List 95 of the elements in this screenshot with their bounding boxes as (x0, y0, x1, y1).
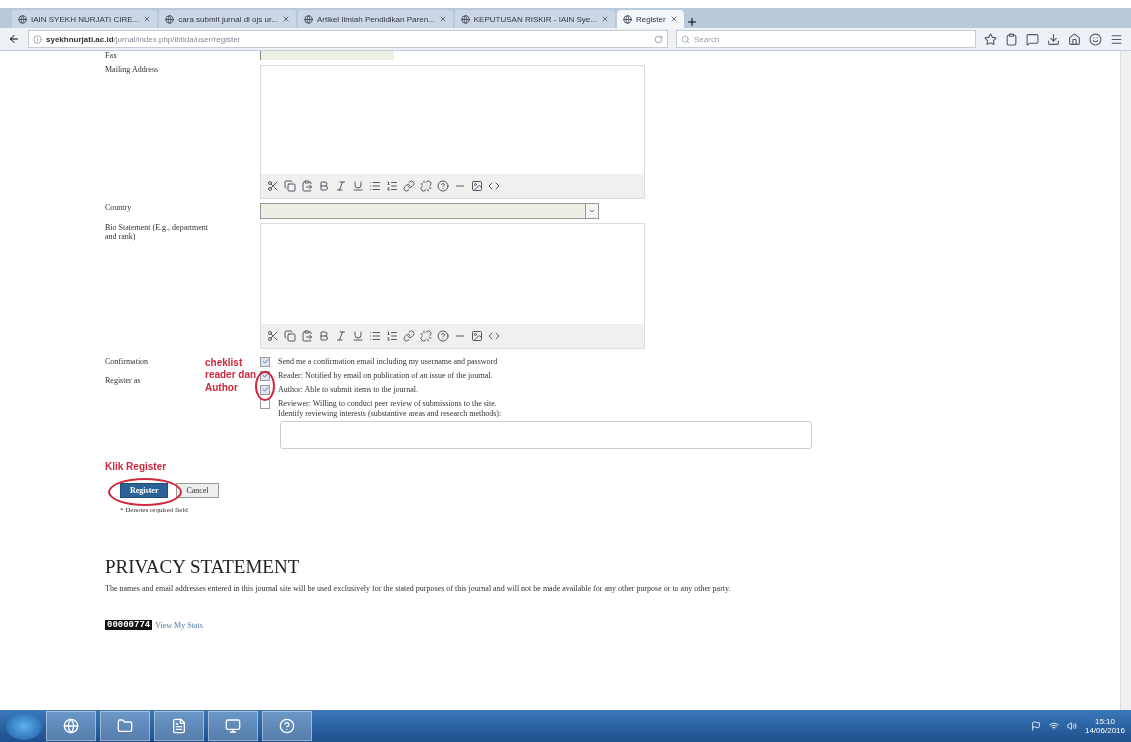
download-icon[interactable] (1047, 32, 1060, 46)
close-icon[interactable] (143, 15, 152, 23)
stats-link[interactable]: View My Stats (155, 621, 203, 630)
taskbar-app[interactable] (262, 711, 312, 741)
menu-icon[interactable] (1110, 32, 1123, 46)
start-button[interactable] (6, 712, 42, 740)
close-icon[interactable] (600, 15, 609, 23)
italic-icon[interactable] (335, 179, 347, 192)
taskbar-app[interactable] (154, 711, 204, 741)
image-icon[interactable] (471, 179, 483, 192)
help-icon[interactable] (437, 329, 449, 342)
globe-icon (303, 14, 313, 24)
field-label: Fax (105, 51, 118, 61)
field-label: Country (105, 202, 133, 213)
globe-icon (622, 14, 632, 24)
star-icon[interactable] (984, 32, 997, 46)
back-icon[interactable] (8, 33, 20, 45)
unlink-icon[interactable] (420, 179, 432, 192)
monitor-icon (225, 718, 241, 734)
close-icon[interactable] (438, 15, 447, 23)
close-icon[interactable] (669, 15, 678, 23)
annotation-text: Klik Register (105, 460, 167, 472)
link-icon[interactable] (403, 179, 415, 192)
checkbox[interactable] (260, 384, 270, 395)
checkbox[interactable] (260, 398, 270, 409)
field-label: Confirmation (105, 356, 150, 367)
taskbar-app[interactable] (100, 711, 150, 741)
browser-tab[interactable]: cara submit jurnal di ojs ur... (159, 10, 296, 28)
bullet-list-icon[interactable] (369, 179, 381, 192)
flag-icon[interactable] (1030, 721, 1041, 731)
checkbox[interactable] (260, 370, 270, 381)
globe-icon (18, 14, 27, 24)
scissors-icon[interactable] (267, 179, 279, 192)
numbered-list-icon[interactable] (386, 329, 398, 342)
option-text: Send me a confirmation email including my username and password (278, 356, 498, 367)
country-select[interactable] (260, 202, 599, 219)
cancel-button[interactable]: Cancel (176, 483, 219, 499)
bold-icon[interactable] (318, 179, 330, 192)
option-text: Reader: Notified by email on publication of an issue of the journal. (278, 370, 493, 381)
annotation-circle (255, 370, 275, 401)
visitor-counter: 00000774 (105, 620, 153, 631)
numbered-list-icon[interactable] (386, 179, 398, 192)
clock-date: 14/06/2016 (1084, 726, 1125, 735)
register-button[interactable]: Register (120, 483, 169, 499)
field-label: Mailing Address (105, 64, 160, 75)
document-icon (171, 718, 187, 734)
help-icon[interactable] (437, 179, 449, 192)
interests-input[interactable] (280, 420, 812, 449)
browser-tab[interactable]: KEPUTUSAN RISKIR - IAIN Sye... (454, 10, 615, 28)
close-icon[interactable] (281, 15, 290, 23)
italic-icon[interactable] (335, 329, 347, 342)
link-icon[interactable] (403, 329, 415, 342)
checkbox[interactable] (260, 356, 270, 367)
annotation-text: cheklist reader dan Author (205, 356, 257, 393)
globe-icon (63, 718, 79, 734)
help-icon (279, 718, 295, 734)
browser-tab[interactable]: Artikel Ilmiah Pendidikan Paren... (297, 10, 453, 28)
unlink-icon[interactable] (420, 329, 432, 342)
paste-icon[interactable] (301, 329, 313, 342)
globe-icon (165, 14, 175, 24)
address-bar[interactable]: syekhnurjati.ac.id/jurnal/index.php/ibtida/user/register (28, 30, 668, 48)
folder-icon (117, 718, 133, 734)
home-icon[interactable] (1068, 32, 1081, 46)
section-heading: PRIVACY STATEMENT (105, 556, 301, 579)
image-icon[interactable] (471, 329, 483, 342)
privacy-text: The names and email addresses entered in this journal site will be used exclusively for the stated purposes of this journal and will not be made available for any other purpose or to any other party. (105, 584, 732, 595)
info-icon[interactable] (33, 34, 42, 44)
clock-time: 15:10 (1094, 717, 1115, 726)
new-tab-icon[interactable] (685, 16, 698, 28)
search-icon (681, 34, 690, 44)
underline-icon[interactable] (352, 329, 364, 342)
chat-icon[interactable] (1026, 32, 1039, 46)
browser-tab[interactable]: IAIN SYEKH NURJATI CIRE... (12, 10, 158, 28)
smiley-icon[interactable] (1089, 32, 1102, 46)
volume-icon[interactable] (1066, 721, 1077, 731)
field-label: Bio Statement (E.g., department and rank) (105, 222, 210, 242)
taskbar-app[interactable] (208, 711, 258, 741)
reload-icon[interactable] (654, 34, 663, 44)
scrollbar[interactable] (1120, 51, 1131, 710)
copy-icon[interactable] (284, 329, 296, 342)
network-icon[interactable] (1048, 721, 1059, 731)
globe-icon (460, 14, 470, 24)
underline-icon[interactable] (352, 179, 364, 192)
clipboard-icon[interactable] (1005, 32, 1018, 46)
bold-icon[interactable] (318, 329, 330, 342)
bullet-list-icon[interactable] (369, 329, 381, 342)
taskbar-app[interactable] (46, 711, 96, 741)
fax-input[interactable] (260, 51, 394, 60)
option-text: Reviewer: Willing to conduct peer review of submissions to the site. Identify reviewing interests (substantive areas and research methods): (278, 398, 502, 419)
browser-tab[interactable]: Register (616, 10, 684, 28)
copy-icon[interactable] (284, 179, 296, 192)
option-text: Author: Able to submit items to the journal. (278, 384, 418, 395)
field-label: Register as (105, 376, 142, 386)
scissors-icon[interactable] (267, 329, 279, 342)
paste-icon[interactable] (301, 179, 313, 192)
